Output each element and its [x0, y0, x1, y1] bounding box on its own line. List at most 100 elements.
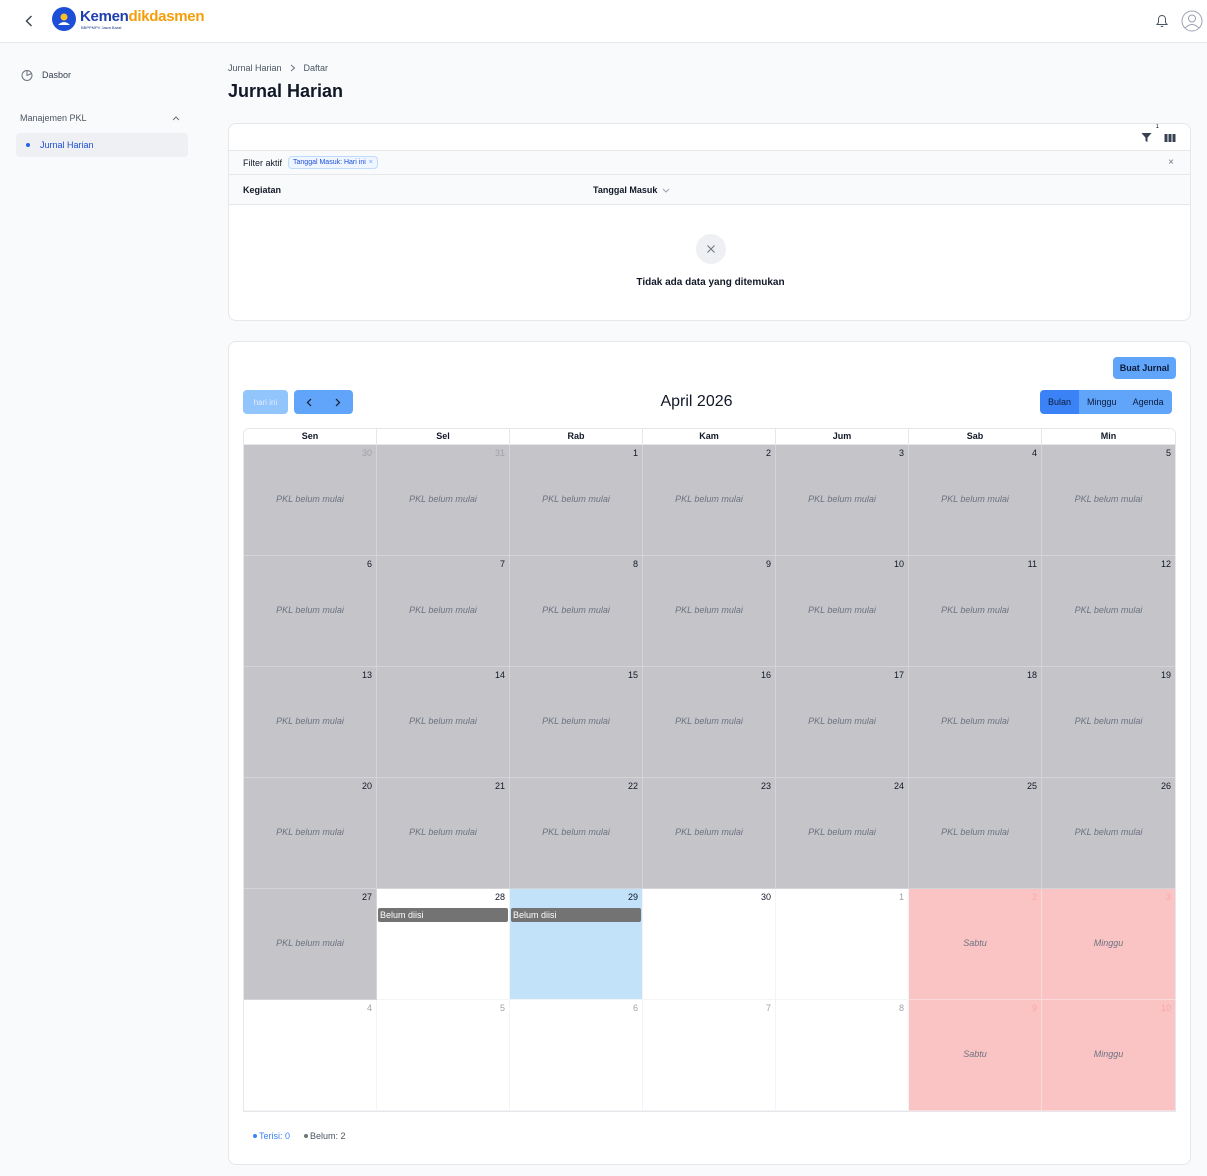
weekday-header: Jum [776, 429, 909, 444]
calendar-day-cell[interactable]: 14 PKL belum mulai [377, 667, 510, 778]
calendar-day-cell[interactable]: 27 PKL belum mulai [244, 889, 377, 1000]
day-status-label: PKL belum mulai [941, 605, 1009, 615]
weekday-header: Rab [510, 429, 643, 444]
calendar-day-cell[interactable]: 26 PKL belum mulai [1042, 778, 1175, 889]
calendar-day-cell[interactable]: 30 PKL belum mulai [244, 445, 377, 556]
calendar-day-cell[interactable]: 13 PKL belum mulai [244, 667, 377, 778]
day-number: 7 [765, 1003, 771, 1013]
calendar-legend: Terisi: 0 Belum: 2 [253, 1131, 346, 1141]
day-number: 30 [361, 448, 372, 458]
calendar-day-cell[interactable]: 12 PKL belum mulai [1042, 556, 1175, 667]
calendar-day-cell[interactable]: 9 Sabtu [909, 1000, 1042, 1111]
journal-table-card: 1 Filter aktif Tanggal Masuk: Hari ini ×… [228, 123, 1191, 321]
calendar-day-cell[interactable]: 25 PKL belum mulai [909, 778, 1042, 889]
sidebar-group-manajemen-pkl[interactable]: Manajemen PKL [20, 112, 188, 124]
legend-item: Terisi: 0 [253, 1131, 290, 1141]
calendar-day-cell[interactable]: 28 Belum diisi [377, 889, 510, 1000]
calendar-day-cell[interactable]: 30 [643, 889, 776, 1000]
calendar-day-cell[interactable]: 2 PKL belum mulai [643, 445, 776, 556]
day-status-label: PKL belum mulai [276, 827, 344, 837]
table-header: Kegiatan Tanggal Masuk [229, 175, 1190, 205]
calendar-day-cell[interactable]: 23 PKL belum mulai [643, 778, 776, 889]
sidebar-group-label: Manajemen PKL [20, 113, 87, 123]
calendar-day-cell[interactable]: 15 PKL belum mulai [510, 667, 643, 778]
journal-event[interactable]: Belum diisi [378, 908, 508, 922]
sidebar-item-dasbor[interactable]: Dasbor [20, 66, 188, 84]
chevron-right-icon [290, 64, 295, 72]
calendar-day-cell[interactable]: 3 PKL belum mulai [776, 445, 909, 556]
calendar-day-cell[interactable]: 6 PKL belum mulai [244, 556, 377, 667]
day-number: 6 [366, 559, 372, 569]
calendar-day-cell[interactable]: 8 PKL belum mulai [510, 556, 643, 667]
calendar-day-cell[interactable]: 1 [776, 889, 909, 1000]
day-status-label: PKL belum mulai [808, 827, 876, 837]
calendar-day-cell[interactable]: 17 PKL belum mulai [776, 667, 909, 778]
calendar-day-cell[interactable]: 22 PKL belum mulai [510, 778, 643, 889]
day-number: 26 [1160, 781, 1171, 791]
calendar-day-cell[interactable]: 11 PKL belum mulai [909, 556, 1042, 667]
calendar-day-cell[interactable]: 16 PKL belum mulai [643, 667, 776, 778]
calendar-day-cell[interactable]: 1 PKL belum mulai [510, 445, 643, 556]
top-bar: Kemendikdasmen BBPPMPV Jawa Barat [0, 0, 1207, 43]
calendar-day-cell[interactable]: 21 PKL belum mulai [377, 778, 510, 889]
calendar-day-cell[interactable]: 2 Sabtu [909, 889, 1042, 1000]
day-status-label: PKL belum mulai [675, 494, 743, 504]
calendar-day-cell[interactable]: 18 PKL belum mulai [909, 667, 1042, 778]
legend-label: Terisi: 0 [259, 1131, 291, 1141]
calendar-day-cell[interactable]: 4 [244, 1000, 377, 1111]
sidebar-item-jurnal-harian[interactable]: Jurnal Harian [16, 133, 188, 157]
calendar-day-cell[interactable]: 4 PKL belum mulai [909, 445, 1042, 556]
breadcrumb-parent[interactable]: Jurnal Harian [228, 63, 282, 73]
view-button-minggu[interactable]: Minggu [1079, 390, 1125, 414]
day-status-label: PKL belum mulai [276, 605, 344, 615]
day-status-label: PKL belum mulai [542, 494, 610, 504]
filter-chip-tanggal: Tanggal Masuk: Hari ini × [288, 156, 378, 169]
calendar-day-cell[interactable]: 8 [776, 1000, 909, 1111]
day-status-label: PKL belum mulai [542, 716, 610, 726]
calendar-day-cell[interactable]: 31 PKL belum mulai [377, 445, 510, 556]
calendar-day-cell[interactable]: 7 [643, 1000, 776, 1111]
journal-event[interactable]: Belum diisi [511, 908, 641, 922]
day-number: 5 [1165, 448, 1171, 458]
remove-filter-icon[interactable]: × [369, 159, 373, 166]
brand-logo[interactable]: Kemendikdasmen BBPPMPV Jawa Barat [52, 7, 205, 31]
calendar-day-cell[interactable]: 5 PKL belum mulai [1042, 445, 1175, 556]
columns-icon[interactable] [1164, 132, 1176, 146]
column-header-tanggal-masuk[interactable]: Tanggal Masuk [593, 185, 670, 195]
day-status-label: Minggu [1093, 1049, 1124, 1059]
column-header-kegiatan[interactable]: Kegiatan [243, 185, 281, 195]
calendar-day-cell[interactable]: 29 Belum diisi [510, 889, 643, 1000]
column-header-label: Tanggal Masuk [593, 185, 658, 195]
clear-filters-icon[interactable]: × [1168, 157, 1174, 168]
chevron-left-icon[interactable] [22, 13, 36, 29]
user-circle-icon[interactable] [1181, 10, 1203, 35]
weekday-header: Sel [377, 429, 510, 444]
day-number: 12 [1160, 559, 1171, 569]
day-status-label: Minggu [1093, 938, 1124, 948]
calendar-day-cell[interactable]: 5 [377, 1000, 510, 1111]
calendar-day-cell[interactable]: 3 Minggu [1042, 889, 1175, 1000]
calendar-day-cell[interactable]: 6 [510, 1000, 643, 1111]
day-status-label: PKL belum mulai [1074, 827, 1143, 837]
day-status-label: PKL belum mulai [808, 716, 876, 726]
filter-icon[interactable] [1141, 132, 1152, 146]
create-journal-button[interactable]: Buat Jurnal [1113, 357, 1176, 379]
calendar-day-cell[interactable]: 9 PKL belum mulai [643, 556, 776, 667]
view-button-agenda[interactable]: Agenda [1124, 390, 1172, 414]
calendar-day-cell[interactable]: 10 Minggu [1042, 1000, 1175, 1111]
calendar-day-cell[interactable]: 19 PKL belum mulai [1042, 667, 1175, 778]
view-button-bulan[interactable]: Bulan [1040, 390, 1080, 414]
day-number: 14 [494, 670, 505, 680]
day-number: 3 [898, 448, 904, 458]
calendar-day-cell[interactable]: 10 PKL belum mulai [776, 556, 909, 667]
day-status-label: PKL belum mulai [941, 716, 1009, 726]
day-number: 6 [632, 1003, 638, 1013]
bell-icon[interactable] [1156, 14, 1168, 31]
calendar-day-cell[interactable]: 7 PKL belum mulai [377, 556, 510, 667]
sidebar-item-label: Dasbor [42, 70, 72, 80]
day-status-label: PKL belum mulai [409, 716, 477, 726]
calendar-day-cell[interactable]: 20 PKL belum mulai [244, 778, 377, 889]
calendar-day-cell[interactable]: 24 PKL belum mulai [776, 778, 909, 889]
legend-dot-icon [253, 1134, 257, 1138]
day-number: 8 [632, 559, 638, 569]
